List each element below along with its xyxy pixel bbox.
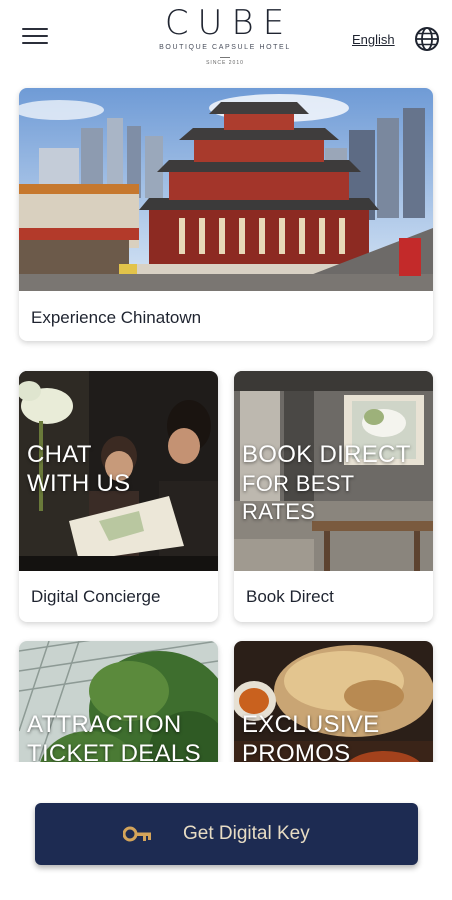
concierge-overlay-line2: WITH US xyxy=(27,470,131,497)
button-label: Get Digital Key xyxy=(183,823,310,844)
exclusive-promos-card[interactable]: EXCLUSIVE PROMOS xyxy=(234,641,433,762)
attraction-ticket-deals-card[interactable]: ATTRACTION TICKET DEALS xyxy=(19,641,218,762)
logo-wordmark: CUBE xyxy=(164,3,294,43)
hamburger-menu-icon[interactable] xyxy=(22,28,48,48)
get-digital-key-button[interactable]: Get Digital Key xyxy=(35,803,418,865)
logo-divider xyxy=(220,57,230,58)
book-direct-card[interactable]: BOOK DIRECT FOR BEST RATES Book Direct xyxy=(234,371,433,622)
promos-overlay-line1: EXCLUSIVE xyxy=(242,711,380,738)
bottom-bar: Get Digital Key xyxy=(0,762,452,900)
key-icon xyxy=(123,826,151,842)
digital-concierge-card[interactable]: CHAT WITH US Digital Concierge xyxy=(19,371,218,622)
card-label: Book Direct xyxy=(246,587,334,606)
language-selector[interactable]: English xyxy=(352,32,395,47)
card-label: Experience Chinatown xyxy=(31,308,202,327)
book-overlay-line2: FOR BEST RATES xyxy=(242,471,355,524)
attraction-overlay-line2: TICKET DEALS xyxy=(27,740,201,762)
promos-overlay-line2: PROMOS xyxy=(242,740,351,762)
feature-list: Experience Chinatown CHAT WITH US Digita… xyxy=(0,84,452,762)
logo-subtitle: BOUTIQUE CAPSULE HOTEL xyxy=(159,44,291,51)
concierge-overlay-line1: CHAT xyxy=(27,441,92,468)
card-label: Digital Concierge xyxy=(31,587,161,606)
chinatown-temple-image xyxy=(19,88,433,291)
logo-tag: SINCE 2010 xyxy=(206,60,244,66)
globe-icon[interactable] xyxy=(414,26,440,52)
app-header: CUBE BOUTIQUE CAPSULE HOTEL SINCE 2010 E… xyxy=(0,0,452,84)
hotel-logo: CUBE BOUTIQUE CAPSULE HOTEL SINCE 2010 xyxy=(140,4,310,66)
attraction-overlay-line1: ATTRACTION xyxy=(27,711,182,738)
experience-chinatown-card[interactable]: Experience Chinatown xyxy=(19,88,433,341)
book-overlay-line1: BOOK DIRECT xyxy=(242,441,411,468)
